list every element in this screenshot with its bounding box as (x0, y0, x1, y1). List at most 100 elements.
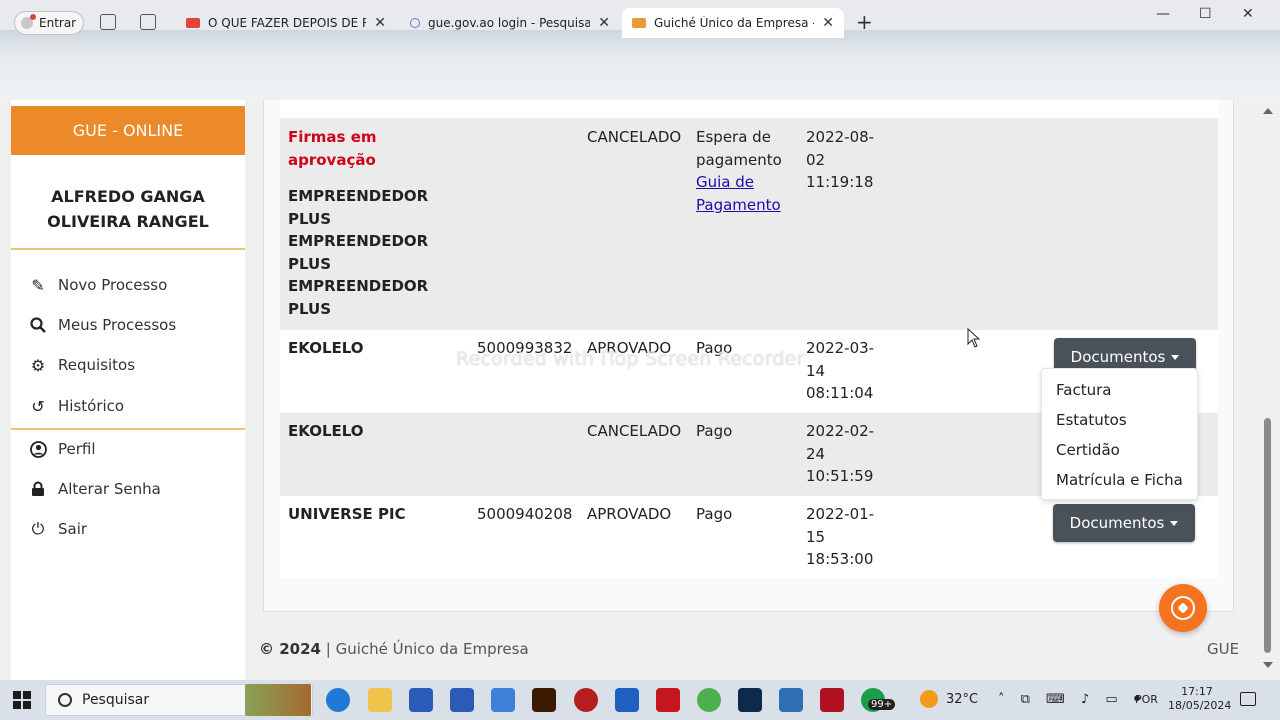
documents-button-label: Documentos (1069, 514, 1165, 532)
brand-header[interactable]: GUE - ONLINE (11, 106, 245, 155)
footer-copyright: © 2024 | Guiché Único da Empresa (259, 640, 529, 658)
time-text: 08:11:04 (806, 384, 874, 402)
app-10b-icon[interactable] (450, 688, 474, 712)
whatsapp-button[interactable] (1159, 584, 1207, 632)
name-cell: Firmas em aprovação EMPREENDEDOR PLUS EM… (288, 126, 458, 320)
sidebar-item-alterar-senha[interactable]: Alterar Senha (29, 474, 161, 504)
date-text: 15 (806, 527, 826, 546)
close-tab-icon[interactable]: ✕ (822, 15, 834, 31)
pending-label: aprovação (288, 150, 376, 169)
dropdown-item-factura[interactable]: Factura (1056, 381, 1111, 399)
lock-icon (29, 480, 47, 498)
maximize-button[interactable]: ☐ (1199, 6, 1212, 22)
page-scrollbar[interactable] (1255, 100, 1280, 680)
user-name: ALFREDO GANGA OLIVEIRA RANGEL (11, 184, 245, 234)
time-text: 10:51:59 (806, 467, 874, 485)
company-name: UNIVERSE PIC (288, 505, 406, 523)
company-name: EMPREENDEDOR (288, 277, 429, 295)
utorrent-icon[interactable] (697, 688, 721, 712)
date-text: 02 (806, 150, 826, 169)
address-bar-blurred (0, 30, 1280, 100)
recorder-watermark: Recorded with iTop Screen Recorder (456, 348, 805, 370)
search-highlight-image (245, 684, 311, 716)
sidebar-item-label: Requisitos (58, 356, 136, 374)
scroll-down-icon[interactable] (1263, 662, 1273, 668)
date-cell: 2022-08- 02 11:19:18 (806, 126, 874, 194)
temperature: 32°C (946, 691, 979, 707)
windows-start-icon[interactable] (13, 691, 31, 709)
shield-icon[interactable] (615, 688, 639, 712)
profile-button[interactable]: Entrar (14, 11, 84, 35)
page-content: GUE - ONLINE ALFREDO GANGA OLIVEIRA RANG… (0, 100, 1255, 680)
sidebar-item-sair[interactable]: ⏻ Sair (29, 514, 87, 544)
dropdown-item-certidao[interactable]: Certidão (1056, 441, 1120, 459)
date-text: 24 (806, 444, 826, 463)
dropdown-item-matricula[interactable]: Matrícula e Ficha (1056, 471, 1183, 489)
footer-company: Guiché Único da Empresa (335, 640, 529, 658)
date-cell: 2022-01- 15 18:53:00 (806, 503, 874, 571)
sidebar-item-label: Perfil (58, 440, 96, 458)
documents-button-label: Documentos (1070, 348, 1166, 366)
date-cell: 2022-03- 14 08:11:04 (806, 337, 874, 405)
scroll-thumb[interactable] (1264, 418, 1271, 653)
payment-guide-link[interactable]: Guia de (696, 171, 796, 194)
power-icon: ⏻ (31, 519, 45, 538)
tab-actions-icon[interactable] (140, 14, 156, 30)
edge-icon[interactable] (326, 688, 350, 712)
clock[interactable]: 17:17 18/05/2024 (1168, 685, 1231, 713)
close-tab-icon[interactable]: ✕ (374, 15, 386, 31)
payment-guide-link[interactable]: Pagamento (696, 194, 796, 217)
recorder-icon[interactable] (574, 688, 598, 712)
gue-favicon-icon (632, 18, 646, 28)
sidebar-item-historico[interactable]: ↺ Histórico (29, 391, 124, 421)
system-tray-icons[interactable]: ˄ ⧉ ⌨ ♪ ▭ ⏺ (998, 692, 1146, 707)
search-icon (58, 693, 72, 707)
clock-time: 17:17 (1181, 685, 1213, 698)
status-cell: CANCELADO (587, 422, 682, 440)
acrobat-icon[interactable] (656, 688, 680, 712)
edit-icon: ✎ (31, 275, 45, 295)
profile-label: Entrar (39, 16, 77, 30)
close-window-button[interactable]: ✕ (1242, 6, 1254, 22)
footer-brand: GUE (1207, 640, 1240, 658)
sidebar-item-meus-processos[interactable]: Meus Processos (29, 310, 176, 340)
date-text: 2022-08- (806, 128, 875, 146)
date-cell: 2022-02- 24 10:51:59 (806, 420, 874, 488)
file-explorer-icon[interactable] (368, 688, 392, 712)
search-icon (410, 18, 420, 28)
user-icon (29, 440, 47, 458)
history-icon: ↺ (31, 396, 45, 416)
sidebar-item-perfil[interactable]: Perfil (29, 434, 96, 464)
language-indicator[interactable]: POR (1135, 693, 1158, 706)
sidebar-item-novo-processo[interactable]: ✎ Novo Processo (29, 270, 167, 300)
weather-widget[interactable]: 32°C (920, 690, 978, 708)
app-10-icon[interactable] (409, 688, 433, 712)
minimize-button[interactable]: — (1156, 6, 1170, 22)
caret-down-icon (1171, 354, 1180, 360)
youtube-icon (186, 18, 200, 28)
documents-button[interactable]: Documentos (1053, 504, 1195, 542)
store-icon[interactable] (491, 688, 515, 712)
notification-center-icon[interactable] (1240, 692, 1256, 706)
collections-icon[interactable] (100, 14, 116, 30)
scroll-up-icon[interactable] (1263, 108, 1273, 114)
tab-title: gue.gov.ao login - Pesquisar (428, 16, 591, 30)
payment-cell: Espera de pagamento Guia de Pagamento (696, 126, 796, 216)
tab-youtube[interactable]: O QUE FAZER DEPOIS DE REGISTAR ✕ (176, 8, 396, 38)
screen-recorder-icon[interactable] (820, 688, 844, 712)
pending-label: Firmas em (288, 128, 377, 146)
tab-search[interactable]: gue.gov.ao login - Pesquisar ✕ (400, 8, 620, 38)
time-text: 18:53:00 (806, 550, 874, 568)
close-tab-icon[interactable]: ✕ (598, 15, 610, 31)
photoshop-icon[interactable] (738, 688, 762, 712)
mail-icon[interactable] (779, 688, 803, 712)
user-name-line2: OLIVEIRA RANGEL (47, 212, 209, 231)
tab-gue[interactable]: Guiché Único da Empresa - GUE ✕ (622, 8, 844, 38)
user-name-line1: ALFREDO GANGA (51, 187, 205, 206)
illustrator-icon[interactable] (532, 688, 556, 712)
notification-badge: 99+ (868, 699, 896, 710)
new-tab-button[interactable]: + (856, 10, 873, 34)
dropdown-item-estatutos[interactable]: Estatutos (1056, 411, 1127, 429)
sun-icon (920, 690, 938, 708)
sidebar-item-requisitos[interactable]: ⚙ Requisitos (29, 350, 135, 380)
